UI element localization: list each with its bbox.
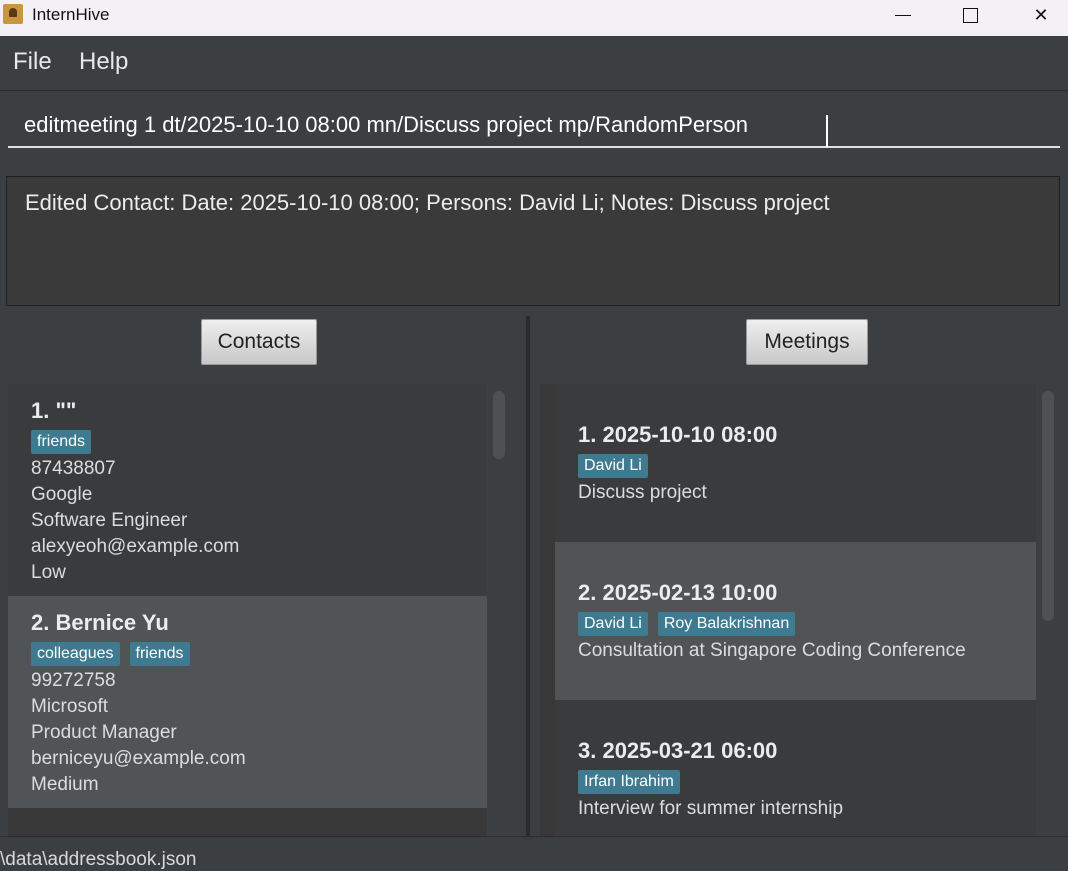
command-input[interactable]	[8, 104, 1060, 148]
tag: friends	[129, 642, 190, 666]
command-box	[0, 91, 1068, 165]
meeting-note: Consultation at Singapore Coding Confere…	[578, 640, 966, 661]
result-text: Edited Contact: Date: 2025-10-10 08:00; …	[25, 190, 830, 215]
title-bar: InternHive ✕	[0, 0, 1068, 36]
close-button[interactable]: ✕	[1006, 0, 1068, 30]
person-tag: Roy Balakrishnan	[657, 612, 796, 636]
meetings-scrollbar[interactable]	[1042, 391, 1054, 621]
meeting-title: 1. 2025-10-10 08:00	[578, 422, 778, 447]
contact-priority: Medium	[31, 774, 99, 795]
person-tag: David Li	[578, 454, 648, 478]
maximize-button[interactable]	[935, 0, 1005, 30]
contact-email: alexyeoh@example.com	[31, 536, 240, 557]
meeting-card[interactable]: 3. 2025-03-21 06:00 Irfan Ibrahim Interv…	[555, 700, 1036, 836]
meetings-panel: Meetings 1. 2025-10-10 08:00 David Li Di…	[530, 316, 1068, 836]
contacts-scrollbar[interactable]	[493, 391, 505, 459]
contact-card[interactable]: 1. "" friends 87438807 Google Software E…	[8, 384, 487, 596]
contact-phone: 99272758	[31, 670, 116, 691]
contact-card[interactable]: 2. Bernice Yu colleagues friends 9927275…	[8, 596, 487, 808]
meeting-note: Discuss project	[578, 482, 707, 503]
person-tag: David Li	[578, 612, 648, 636]
contact-name: 1. ""	[31, 398, 77, 423]
result-display: Edited Contact: Date: 2025-10-10 08:00; …	[6, 176, 1060, 306]
meeting-note: Interview for summer internship	[578, 798, 844, 819]
meeting-card[interactable]: 1. 2025-10-10 08:00 David Li Discuss pro…	[555, 384, 1036, 542]
menu-help[interactable]: Help	[79, 48, 128, 76]
contacts-tab-button[interactable]: Contacts	[201, 319, 317, 365]
close-icon: ✕	[1033, 4, 1049, 25]
maximize-icon	[962, 7, 978, 23]
app-icon	[3, 4, 23, 24]
meeting-title: 2. 2025-02-13 10:00	[578, 580, 778, 605]
meeting-title: 3. 2025-03-21 06:00	[578, 738, 778, 763]
meeting-list[interactable]: 1. 2025-10-10 08:00 David Li Discuss pro…	[540, 384, 1036, 836]
status-bar: \data\addressbook.json	[0, 836, 1068, 870]
contact-role: Software Engineer	[31, 510, 188, 531]
meeting-card[interactable]: 2. 2025-02-13 10:00 David Li Roy Balakri…	[555, 542, 1036, 700]
contact-email: berniceyu@example.com	[31, 748, 246, 769]
contact-priority: Low	[31, 562, 66, 583]
tag: colleagues	[31, 642, 120, 666]
window-title: InternHive	[32, 5, 110, 24]
contact-company: Microsoft	[31, 696, 109, 717]
menu-file[interactable]: File	[13, 48, 52, 76]
minimize-button[interactable]	[868, 0, 938, 30]
contact-phone: 87438807	[31, 458, 116, 479]
contact-company: Google	[31, 484, 93, 505]
contacts-panel: Contacts 1. "" friends 87438807 Google S…	[0, 316, 526, 836]
minimize-icon	[895, 14, 911, 16]
contact-list[interactable]: 1. "" friends 87438807 Google Software E…	[8, 384, 487, 836]
menu-bar: File Help	[0, 36, 1068, 91]
contact-role: Product Manager	[31, 722, 177, 743]
person-tag: Irfan Ibrahim	[578, 770, 680, 794]
text-caret	[826, 115, 828, 147]
meetings-tab-button[interactable]: Meetings	[746, 319, 868, 365]
contact-name: 2. Bernice Yu	[31, 610, 169, 635]
tag: friends	[31, 430, 92, 454]
